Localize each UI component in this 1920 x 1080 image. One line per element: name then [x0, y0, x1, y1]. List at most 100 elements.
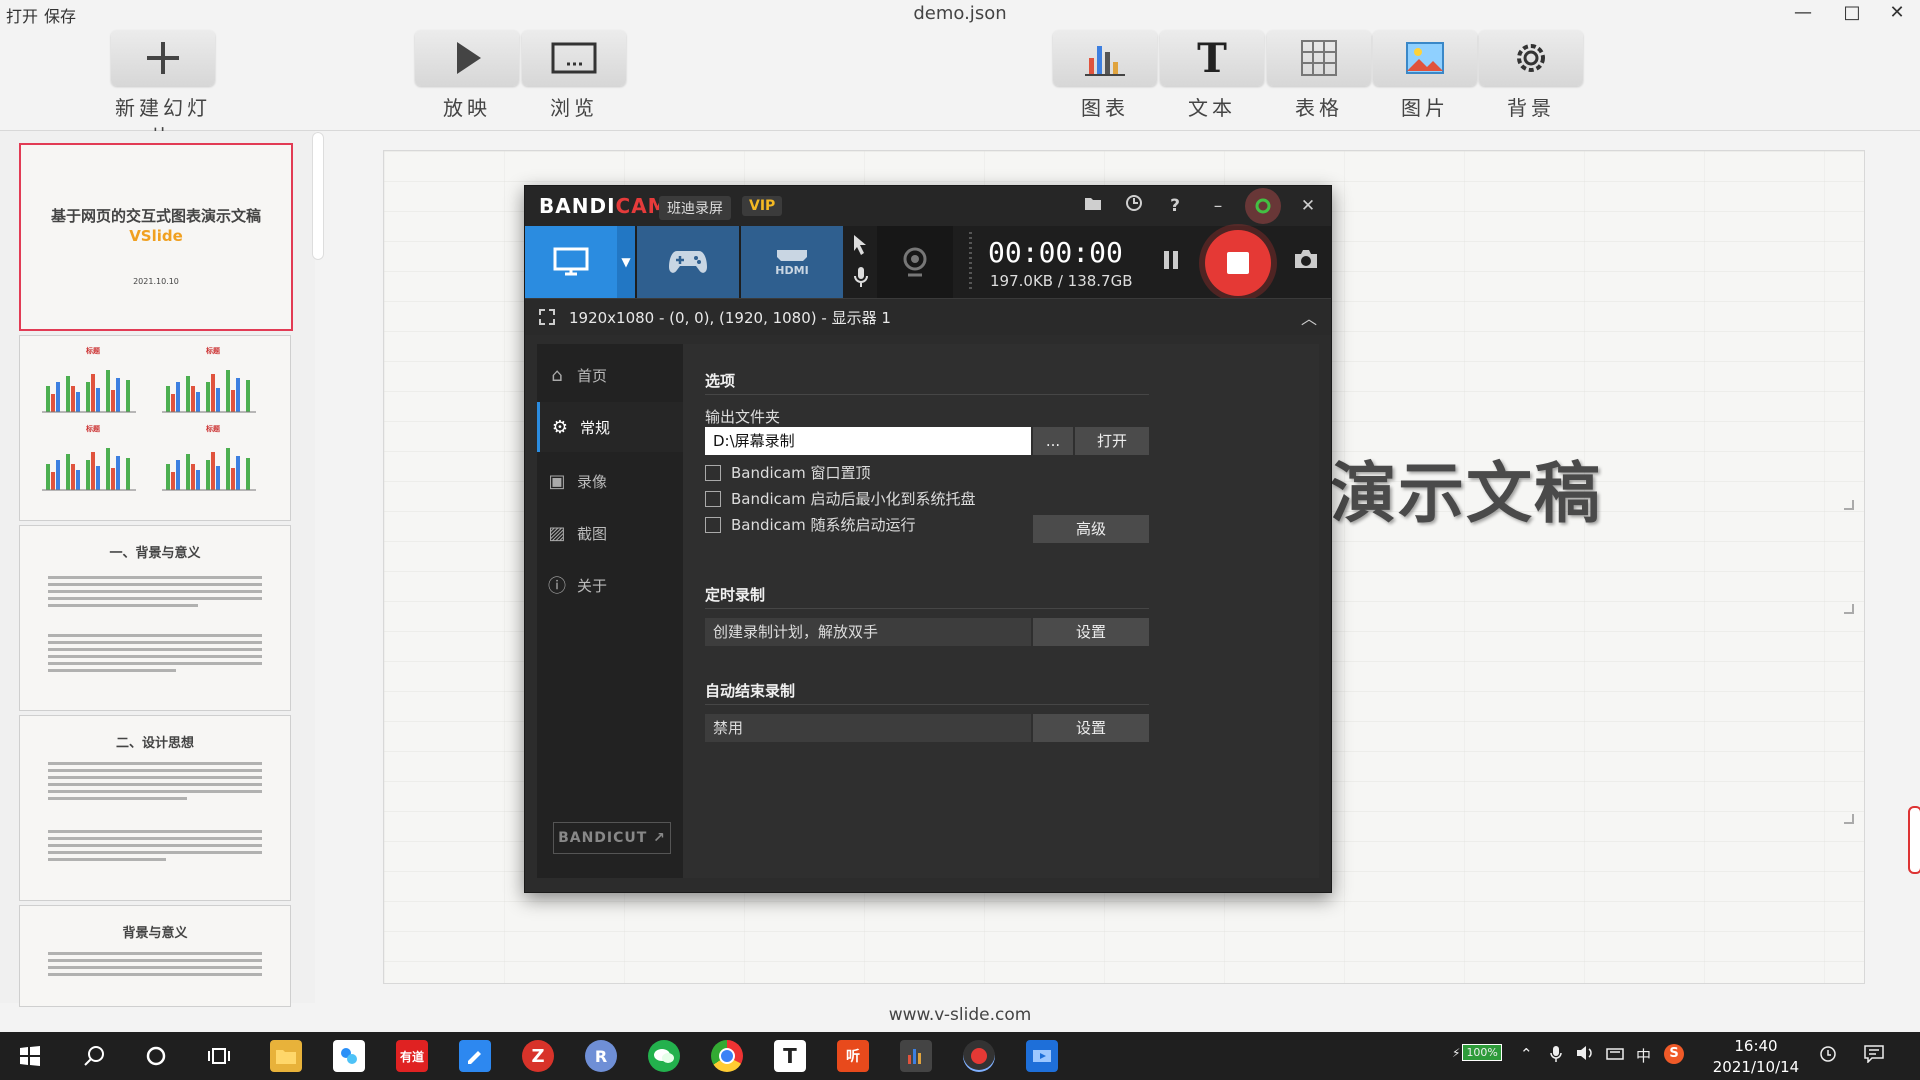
slide-1-title: 基于网页的交互式图表演示文稿	[50, 207, 261, 225]
search-icon[interactable]	[78, 1040, 110, 1072]
typora-icon[interactable]: T	[774, 1040, 806, 1072]
advanced-button[interactable]: 高级	[1033, 515, 1149, 543]
slide-thumbnail-5[interactable]: 背景与意义	[19, 905, 291, 1007]
chevron-up-icon[interactable]: ︿	[1301, 305, 1317, 329]
close-button[interactable]: ✕	[1874, 0, 1920, 26]
device-mode-tab[interactable]: HDMI	[741, 226, 843, 298]
mouse-icon[interactable]	[851, 234, 869, 260]
slide-thumbnail-2[interactable]: 标题 标题 标题 标题	[19, 335, 291, 521]
sidebar-item-home[interactable]: ⌂ 首页	[537, 350, 683, 400]
webcam-toggle[interactable]	[877, 226, 953, 298]
sogou-ime-icon[interactable]: S	[1664, 1043, 1684, 1064]
always-on-top-checkbox[interactable]: Bandicam 窗口置顶	[705, 462, 871, 483]
bandicam-taskbar-icon[interactable]	[963, 1040, 995, 1072]
bandicam-title-bar: BANDICAM 班迪录屏 VIP ? – ✕	[525, 186, 1331, 226]
chrome-icon[interactable]	[711, 1040, 743, 1072]
bandicut-button[interactable]: BANDICUT ↗	[553, 822, 671, 854]
sidebar-item-about[interactable]: ⓘ 关于	[537, 560, 683, 610]
text-button[interactable]: T 文本	[1160, 30, 1264, 121]
minimize-button[interactable]: —	[1780, 0, 1826, 26]
volume-icon[interactable]	[1576, 1045, 1594, 1065]
resize-handle[interactable]	[1844, 604, 1854, 614]
minimize-icon[interactable]: –	[1205, 194, 1231, 218]
bar-chart-icon	[1085, 46, 1125, 76]
resize-handle[interactable]	[1844, 500, 1854, 510]
capture-region-bar[interactable]: 1920x1080 - (0, 0), (1920, 1080) - 显示器 1…	[525, 298, 1331, 335]
slide-thumbnail-3[interactable]: 一、背景与意义	[19, 525, 291, 711]
windows-start-icon[interactable]	[14, 1040, 46, 1072]
browse-button[interactable]: 浏览	[522, 30, 626, 121]
folder-icon[interactable]	[1080, 194, 1106, 218]
pause-icon[interactable]	[1163, 250, 1179, 270]
slide-1-date: 2021.10.10	[133, 277, 179, 286]
background-label: 背景	[1507, 96, 1555, 120]
open-folder-button[interactable]: 打开	[1075, 427, 1149, 455]
play-label: 放映	[443, 96, 491, 120]
divider	[705, 704, 1149, 705]
video-app-icon[interactable]	[1026, 1040, 1058, 1072]
region-select-icon	[539, 309, 555, 325]
sidebar-item-video[interactable]: ▣ 录像	[537, 456, 683, 506]
sidebar-item-general[interactable]: ⚙ 常规	[537, 402, 686, 452]
slide-thumbnail-1[interactable]: 基于网页的交互式图表演示文稿 VSlide 2021.10.10	[19, 143, 293, 331]
slide-title-text[interactable]: 演示文稿	[1330, 440, 1602, 536]
wechat-icon[interactable]	[648, 1040, 680, 1072]
screen-mode-dropdown[interactable]: ▼	[617, 226, 635, 298]
screen-mode-tab[interactable]	[525, 226, 617, 298]
stop-record-button[interactable]	[1205, 230, 1271, 296]
auto-stop-heading: 自动结束录制	[705, 682, 796, 700]
network-icon[interactable]	[1606, 1045, 1624, 1065]
table-icon	[1301, 40, 1337, 76]
canvas-scroll-handle[interactable]	[1908, 806, 1920, 874]
listen-app-icon[interactable]: 听	[837, 1040, 869, 1072]
camera-icon[interactable]	[1293, 248, 1319, 274]
text-icon: T	[1197, 34, 1227, 82]
system-clock[interactable]: 16:40 2021/10/14	[1706, 1036, 1806, 1078]
chart-button[interactable]: 图表	[1053, 30, 1157, 121]
game-mode-tab[interactable]	[637, 226, 739, 298]
youdao-icon[interactable]: 有道	[396, 1040, 428, 1072]
window-title: demo.json	[913, 3, 1007, 24]
mini-bar-chart	[162, 370, 256, 413]
chart-label: 图表	[1081, 96, 1129, 120]
image-button[interactable]: 图片	[1373, 30, 1477, 121]
clock-icon[interactable]	[1121, 194, 1147, 218]
help-icon[interactable]: ?	[1162, 194, 1188, 218]
run-on-startup-checkbox[interactable]: Bandicam 随系统启动运行	[705, 514, 916, 535]
vslide-app-icon[interactable]	[900, 1040, 932, 1072]
baidu-netdisk-icon[interactable]	[333, 1040, 365, 1072]
r-app-icon[interactable]: R	[585, 1040, 617, 1072]
resize-handle[interactable]	[1844, 814, 1854, 824]
battery-indicator[interactable]: ⚡ 100%	[1452, 1044, 1502, 1061]
action-center-icon[interactable]	[1864, 1045, 1884, 1067]
title-bar: 打开 保存 demo.json — □ ✕	[0, 0, 1920, 26]
vip-badge[interactable]: VIP	[742, 196, 783, 216]
cortana-icon[interactable]	[140, 1040, 172, 1072]
chevron-up-icon[interactable]: ⌃	[1520, 1045, 1533, 1063]
gamepad-icon	[669, 251, 707, 273]
zotero-icon[interactable]: Z	[522, 1040, 554, 1072]
maximize-button[interactable]: □	[1829, 0, 1875, 26]
close-icon[interactable]: ✕	[1295, 194, 1321, 218]
gear-icon	[1517, 44, 1545, 72]
slide-thumbnail-4[interactable]: 二、设计思想	[19, 715, 291, 901]
scheduled-settings-button[interactable]: 设置	[1033, 618, 1149, 646]
minimize-to-tray-checkbox[interactable]: Bandicam 启动后最小化到系统托盘	[705, 488, 976, 509]
output-folder-input[interactable]: D:\屏幕录制	[705, 427, 1031, 455]
slide-3-title: 一、背景与意义	[109, 546, 201, 561]
play-button[interactable]: 放映	[415, 30, 519, 121]
task-view-icon[interactable]	[203, 1040, 235, 1072]
sidebar-item-screenshot[interactable]: ▨ 截图	[537, 508, 683, 558]
auto-stop-settings-button[interactable]: 设置	[1033, 714, 1149, 742]
file-explorer-icon[interactable]	[270, 1040, 302, 1072]
microphone-icon[interactable]	[853, 266, 869, 292]
ime-indicator[interactable]: 中	[1636, 1045, 1651, 1066]
browse-folder-button[interactable]: ...	[1033, 427, 1073, 455]
thumbnail-scrollbar[interactable]	[312, 132, 324, 260]
table-button[interactable]: 表格	[1267, 30, 1371, 121]
microphone-icon[interactable]	[1550, 1045, 1562, 1067]
notification-icon-alt[interactable]	[1818, 1045, 1838, 1067]
notes-app-icon[interactable]	[459, 1040, 491, 1072]
scheduled-recording-heading: 定时录制	[705, 586, 766, 604]
background-button[interactable]: 背景	[1479, 30, 1583, 121]
